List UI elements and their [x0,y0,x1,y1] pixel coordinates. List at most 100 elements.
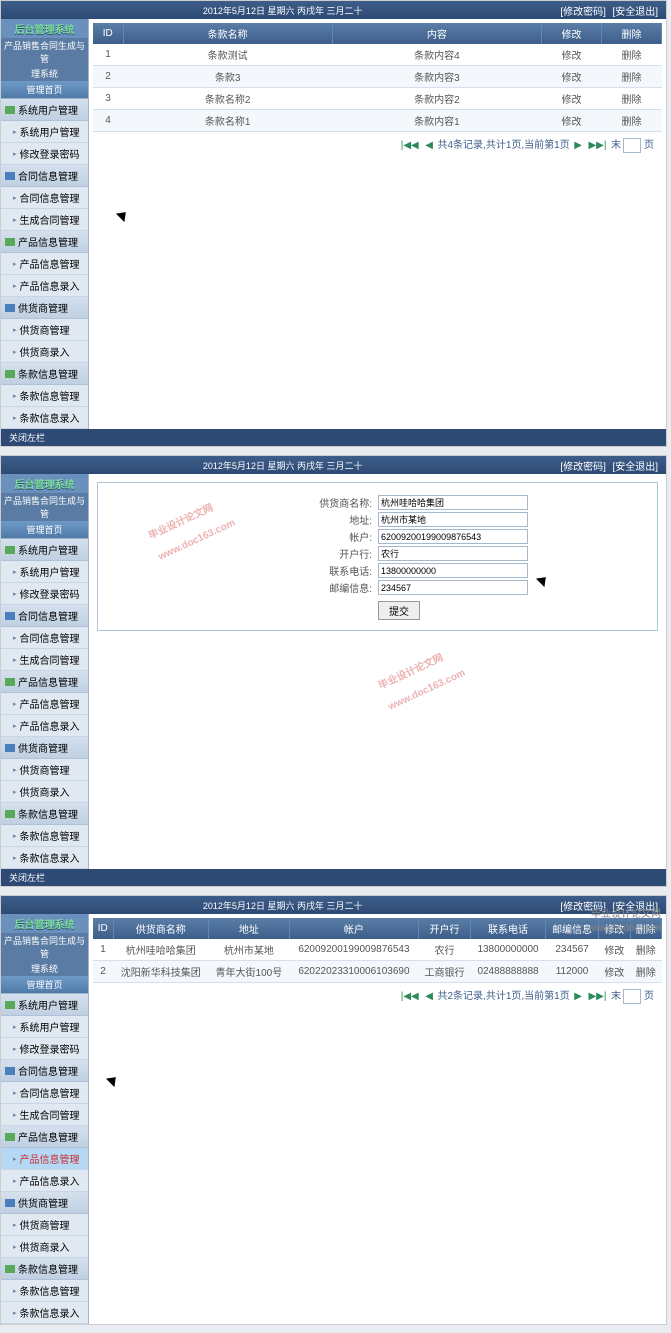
clause-table: ID 条款名称 内容 修改 删除 1条款测试条款内容4修改删除2条款3条款内容3… [93,23,662,132]
nav-item-user-mgmt[interactable]: 系统用户管理 [1,561,88,583]
input-supplier-name[interactable] [378,495,528,510]
pager-prev-icon[interactable]: ◀ [425,140,433,151]
nav-item-clause-entry[interactable]: 条款信息录入 [1,407,88,429]
nav-group-product[interactable]: 产品信息管理 [1,671,88,693]
nav-item-change-pwd[interactable]: 修改登录密码 [1,1038,88,1060]
input-account[interactable] [378,529,528,544]
pager-page-input[interactable] [623,989,641,1004]
nav-item-gen-contract[interactable]: 生成合同管理 [1,1104,88,1126]
nav-group-supplier[interactable]: 供货商管理 [1,1192,88,1214]
folder-icon [5,1001,15,1009]
close-sidebar-button[interactable]: 关闭左栏 [1,869,666,886]
nav-item-supplier-entry[interactable]: 供货商录入 [1,781,88,803]
nav-item-clause-entry[interactable]: 条款信息录入 [1,847,88,869]
change-pwd-link[interactable]: [修改密码] [560,462,606,473]
nav-group-contract[interactable]: 合同信息管理 [1,605,88,627]
nav-item-gen-contract[interactable]: 生成合同管理 [1,649,88,671]
cell-action[interactable]: 修改 [542,44,602,66]
nav-item-contract-mgmt[interactable]: 合同信息管理 [1,1082,88,1104]
input-bank[interactable] [378,546,528,561]
th: 联系电话 [471,918,546,939]
cell-action[interactable]: 删除 [602,66,662,88]
nav-group-supplier[interactable]: 供货商管理 [1,297,88,319]
pager-prev-icon[interactable]: ◀ [425,991,433,1002]
nav-item-product-entry[interactable]: 产品信息录入 [1,715,88,737]
nav-group-supplier[interactable]: 供货商管理 [1,737,88,759]
pager-next-icon[interactable]: ▶ [574,140,582,151]
cell: 条款名称1 [123,110,332,132]
subtitle-2: 理系统 [1,961,88,976]
pager-last-icon[interactable]: ▶▶| [588,140,606,151]
logout-link[interactable]: [安全退出] [612,7,658,18]
cell-action[interactable]: 删除 [602,110,662,132]
home-link[interactable]: 管理首页 [1,81,88,99]
nav-item-change-pwd[interactable]: 修改登录密码 [1,583,88,605]
nav-item-clause-mgmt[interactable]: 条款信息管理 [1,385,88,407]
nav-item-product-mgmt[interactable]: 产品信息管理 [1,1148,88,1170]
nav-item-supplier-entry[interactable]: 供货商录入 [1,1236,88,1258]
pager-last-icon[interactable]: ▶▶| [588,991,606,1002]
screenshot-3: 2012年5月12日 星期六 丙戌年 三月二十 [修改密码] [安全退出] 后台… [0,895,667,1325]
pager-next-icon[interactable]: ▶ [574,991,582,1002]
nav-group-product[interactable]: 产品信息管理 [1,231,88,253]
nav-item-supplier-mgmt[interactable]: 供货商管理 [1,1214,88,1236]
pager-page-input[interactable] [623,138,641,153]
nav-group-product[interactable]: 产品信息管理 [1,1126,88,1148]
folder-icon [5,1265,15,1273]
close-sidebar-button[interactable]: 关闭左栏 [1,429,666,446]
nav-group-clause[interactable]: 条款信息管理 [1,803,88,825]
home-link[interactable]: 管理首页 [1,976,88,994]
cell: 条款测试 [123,44,332,66]
logout-link[interactable]: [安全退出] [612,462,658,473]
cell: 条款内容1 [332,110,541,132]
nav-item-product-mgmt[interactable]: 产品信息管理 [1,693,88,715]
nav-item-product-mgmt[interactable]: 产品信息管理 [1,253,88,275]
cell: 62022023310006103690 [289,961,418,983]
cell-action[interactable]: 修改 [542,110,602,132]
folder-icon [5,612,15,620]
cell-action[interactable]: 修改 [599,961,630,983]
cell-action[interactable]: 删除 [602,44,662,66]
input-phone[interactable] [378,563,528,578]
cell: 沈阳新华科技集团 [113,961,208,983]
cell-action[interactable]: 删除 [602,88,662,110]
nav-item-supplier-entry[interactable]: 供货商录入 [1,341,88,363]
content-area: ID 条款名称 内容 修改 删除 1条款测试条款内容4修改删除2条款3条款内容3… [89,19,666,429]
nav-item-gen-contract[interactable]: 生成合同管理 [1,209,88,231]
nav-item-clause-mgmt[interactable]: 条款信息管理 [1,1280,88,1302]
top-bar: 2012年5月12日 星期六 丙戌年 三月二十 [修改密码] [安全退出] [1,896,666,914]
submit-button[interactable]: 提交 [378,601,420,620]
folder-icon [5,172,15,180]
nav-item-clause-mgmt[interactable]: 条款信息管理 [1,825,88,847]
nav-item-change-pwd[interactable]: 修改登录密码 [1,143,88,165]
nav-group-contract[interactable]: 合同信息管理 [1,165,88,187]
nav-group-user[interactable]: 系统用户管理 [1,99,88,121]
pager-first-icon[interactable]: |◀◀ [401,140,419,151]
nav-item-product-entry[interactable]: 产品信息录入 [1,275,88,297]
cell: 条款内容2 [332,88,541,110]
nav-group-clause[interactable]: 条款信息管理 [1,1258,88,1280]
cell-action[interactable]: 修改 [542,88,602,110]
input-zip[interactable] [378,580,528,595]
nav-item-supplier-mgmt[interactable]: 供货商管理 [1,759,88,781]
home-link[interactable]: 管理首页 [1,521,88,539]
nav-item-user-mgmt[interactable]: 系统用户管理 [1,121,88,143]
nav-item-user-mgmt[interactable]: 系统用户管理 [1,1016,88,1038]
change-pwd-link[interactable]: [修改密码] [560,7,606,18]
nav-item-contract-mgmt[interactable]: 合同信息管理 [1,187,88,209]
cell-action[interactable]: 删除 [630,961,661,983]
nav-group-user[interactable]: 系统用户管理 [1,539,88,561]
logo: 后台管理系统 [1,914,88,933]
cell-action[interactable]: 修改 [542,66,602,88]
nav-item-clause-entry[interactable]: 条款信息录入 [1,1302,88,1324]
nav-group-clause[interactable]: 条款信息管理 [1,363,88,385]
th: ID [93,918,113,939]
pager-first-icon[interactable]: |◀◀ [401,991,419,1002]
nav-item-contract-mgmt[interactable]: 合同信息管理 [1,627,88,649]
pager-text: 共2条记录,共计1页,当前第1页 [437,991,569,1002]
nav-item-supplier-mgmt[interactable]: 供货商管理 [1,319,88,341]
nav-group-user[interactable]: 系统用户管理 [1,994,88,1016]
input-address[interactable] [378,512,528,527]
nav-group-contract[interactable]: 合同信息管理 [1,1060,88,1082]
nav-item-product-entry[interactable]: 产品信息录入 [1,1170,88,1192]
